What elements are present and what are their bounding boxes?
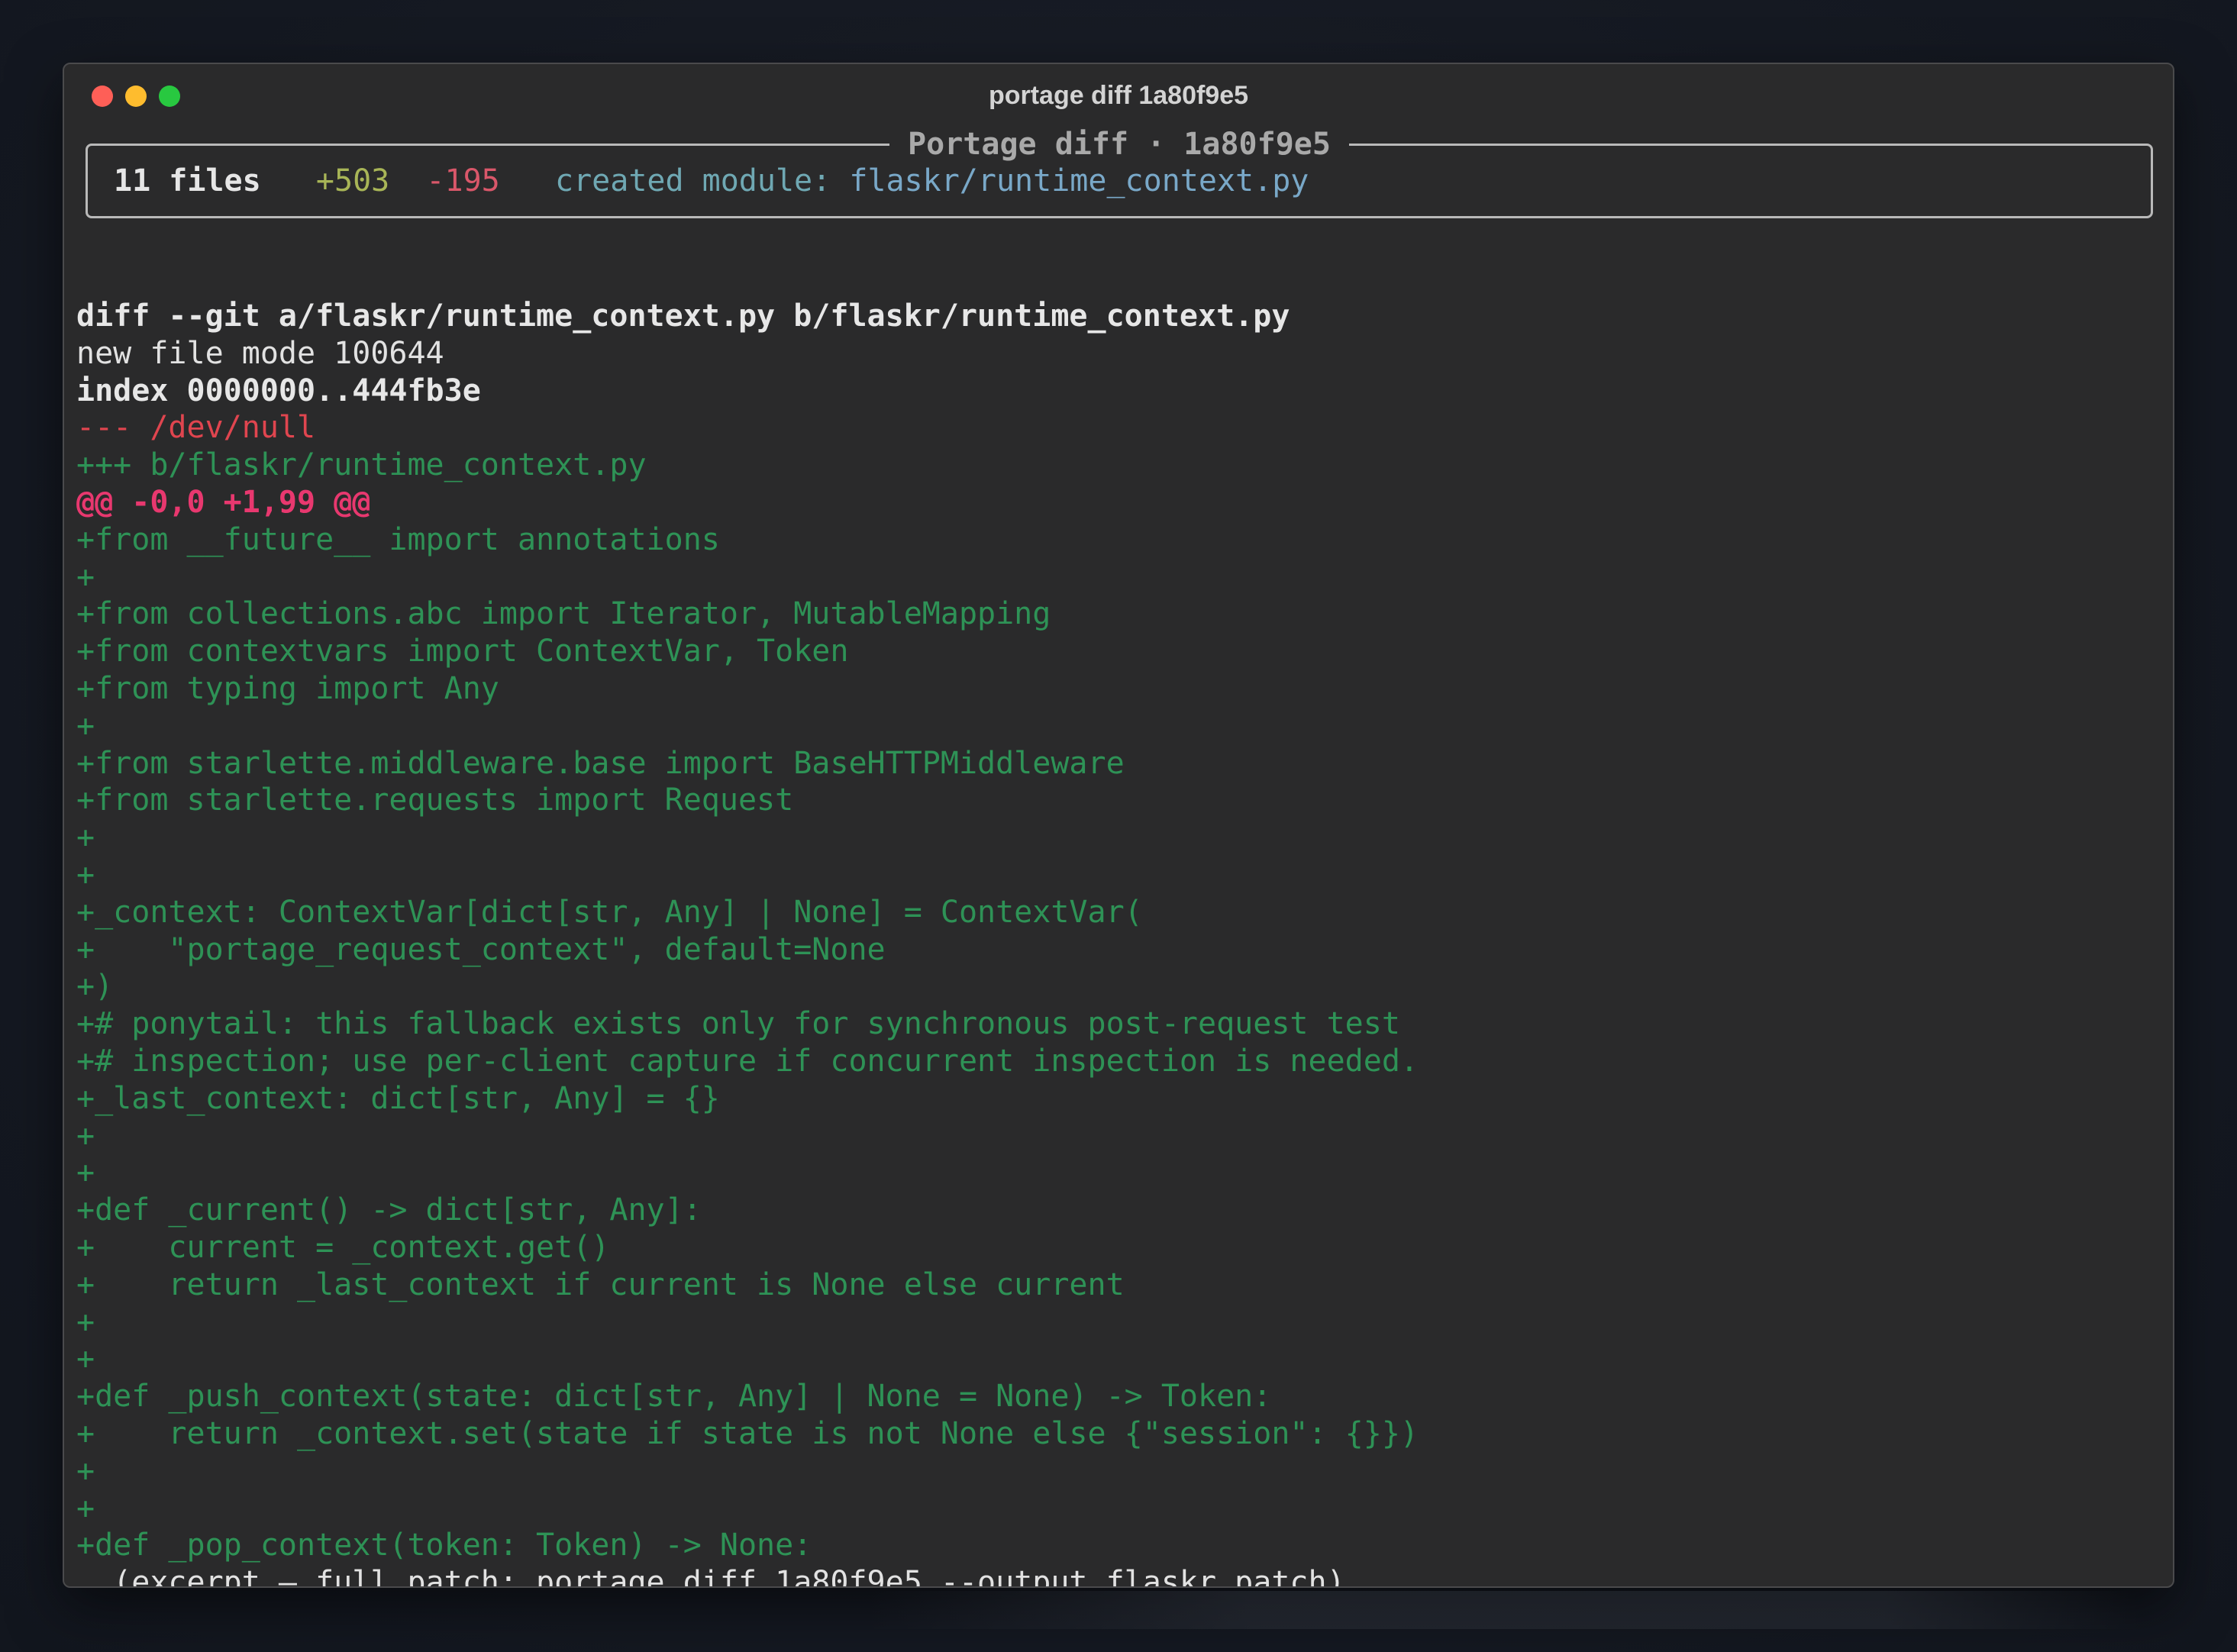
added-line: +# ponytail: this fallback exists only f… bbox=[76, 1006, 1400, 1042]
created-module-path: flaskr/runtime_context.py bbox=[849, 163, 1309, 198]
added-line: + bbox=[76, 1453, 95, 1489]
added-line: +from collections.abc import Iterator, M… bbox=[76, 596, 1051, 632]
added-line: + bbox=[76, 1118, 95, 1153]
added-line: +def _current() -> dict[str, Any]: bbox=[76, 1192, 702, 1228]
added-line: +from typing import Any bbox=[76, 670, 499, 706]
added-line: + bbox=[76, 820, 95, 856]
added-line: +from starlette.middleware.base import B… bbox=[76, 745, 1125, 781]
diff-git-header: diff --git a/flaskr/runtime_context.py b… bbox=[76, 298, 1290, 334]
window-reflection bbox=[870, 1591, 2138, 1629]
added-line: +# inspection; use per-client capture if… bbox=[76, 1043, 1419, 1079]
added-line: +from contextvars import ContextVar, Tok… bbox=[76, 634, 849, 670]
diff-summary-row: 11 files +503 -195 created module: flask… bbox=[114, 163, 1309, 199]
added-line: + "portage_request_context", default=Non… bbox=[76, 931, 886, 967]
file-mode-line: new file mode 100644 bbox=[76, 335, 444, 371]
added-line: + bbox=[76, 1490, 95, 1526]
diff-output: diff --git a/flaskr/runtime_context.py b… bbox=[76, 298, 1419, 1588]
minus-file-line: --- /dev/null bbox=[76, 410, 316, 446]
window-title: portage diff 1a80f9e5 bbox=[988, 81, 1249, 110]
added-line: +def _push_context(state: dict[str, Any]… bbox=[76, 1379, 1272, 1415]
diff-summary-legend: Portage diff · 1a80f9e5 bbox=[889, 127, 1349, 162]
added-line: + bbox=[76, 708, 95, 744]
added-line: + bbox=[76, 857, 95, 892]
added-line: +from starlette.requests import Request bbox=[76, 782, 794, 818]
index-line: index 0000000..444fb3e bbox=[76, 373, 481, 408]
terminal-window: portage diff 1a80f9e5 Portage diff · 1a8… bbox=[63, 63, 2174, 1588]
diff-summary-panel: Portage diff · 1a80f9e5 11 files +503 -1… bbox=[86, 127, 2153, 218]
added-line: + bbox=[76, 559, 95, 595]
added-line: +_last_context: dict[str, Any] = {} bbox=[76, 1080, 720, 1116]
added-line: + bbox=[76, 1304, 95, 1340]
added-line: +) bbox=[76, 969, 114, 1005]
created-module-label: created module: bbox=[554, 163, 831, 198]
added-line: + current = _context.get() bbox=[76, 1229, 610, 1265]
added-line: + bbox=[76, 1155, 95, 1191]
additions-count: +503 bbox=[315, 163, 390, 198]
added-line: + return _last_context if current is Non… bbox=[76, 1266, 1125, 1302]
added-line: +_context: ContextVar[dict[str, Any] | N… bbox=[76, 894, 1143, 930]
deletions-count: -195 bbox=[426, 163, 500, 198]
added-line: +from __future__ import annotations bbox=[76, 521, 720, 557]
added-line: + return _context.set(state if state is … bbox=[76, 1415, 1419, 1451]
title-bar[interactable]: portage diff 1a80f9e5 bbox=[64, 64, 2173, 125]
excerpt-note: … (excerpt — full patch: portage diff 1a… bbox=[76, 1565, 1345, 1588]
added-line: +def _pop_context(token: Token) -> None: bbox=[76, 1528, 812, 1563]
plus-file-line: +++ b/flaskr/runtime_context.py bbox=[76, 447, 647, 483]
files-count: 11 files bbox=[114, 163, 261, 198]
hunk-header: @@ -0,0 +1,99 @@ bbox=[76, 484, 371, 520]
added-line: + bbox=[76, 1341, 95, 1377]
